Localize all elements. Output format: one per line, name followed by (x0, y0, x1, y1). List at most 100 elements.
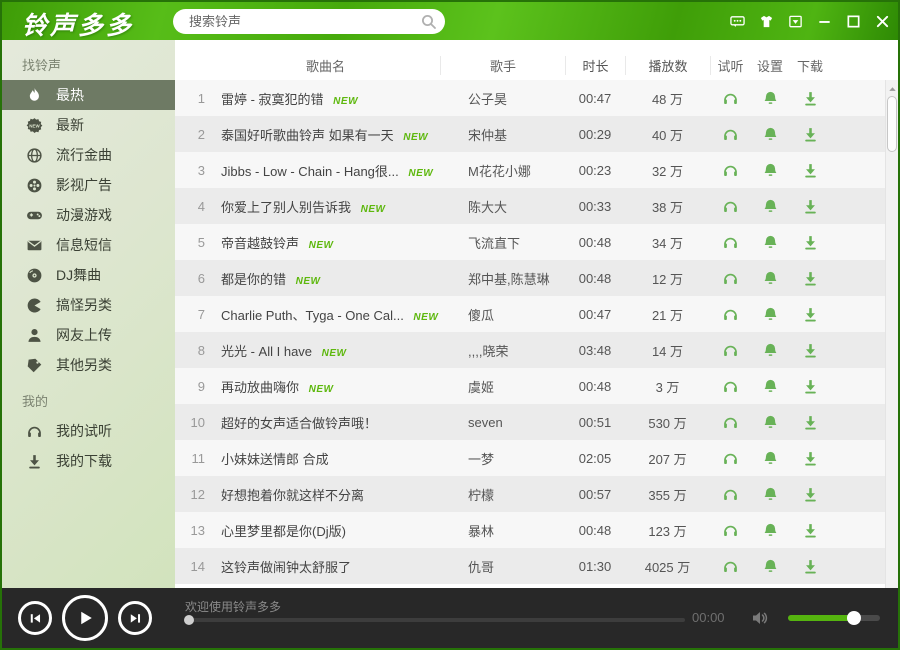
column-header-plays[interactable]: 播放数 (625, 56, 710, 75)
sidebar-item-headphone[interactable]: 我的试听 (2, 416, 175, 446)
set-ringtone-button[interactable] (750, 305, 790, 322)
sidebar-item-game[interactable]: 动漫游戏 (2, 200, 175, 230)
speaker-icon[interactable] (750, 608, 770, 628)
column-header-song[interactable]: 歌曲名 (211, 56, 440, 75)
listen-button[interactable] (710, 521, 750, 538)
set-ringtone-button[interactable] (750, 125, 790, 142)
menu-dropdown-icon[interactable] (787, 13, 803, 29)
sidebar-item-dj[interactable]: DJ舞曲 (2, 260, 175, 290)
download-button[interactable] (790, 521, 830, 538)
listen-button[interactable] (710, 377, 750, 394)
set-ringtone-button[interactable] (750, 341, 790, 358)
progress-bar[interactable] (185, 618, 685, 622)
sidebar-item-tag[interactable]: 其他另类 (2, 350, 175, 380)
sidebar-item-upload-user[interactable]: 网友上传 (2, 320, 175, 350)
progress-knob[interactable] (184, 615, 194, 625)
download-button[interactable] (790, 197, 830, 214)
column-header-artist[interactable]: 歌手 (440, 56, 565, 75)
download-button[interactable] (790, 89, 830, 106)
column-header-duration[interactable]: 时长 (565, 56, 625, 75)
listen-button[interactable] (710, 305, 750, 322)
next-track-button[interactable] (118, 601, 152, 635)
vertical-scrollbar[interactable] (885, 80, 898, 588)
listen-button[interactable] (710, 233, 750, 250)
play-button[interactable] (62, 595, 108, 641)
listen-button[interactable] (710, 269, 750, 286)
table-row[interactable]: 14这铃声做闹钟太舒服了仇哥01:304025 万 (175, 548, 898, 584)
table-row[interactable]: 12好想抱着你就这样不分离柠檬00:57355 万 (175, 476, 898, 512)
search-icon[interactable] (421, 14, 437, 30)
listen-button[interactable] (710, 197, 750, 214)
feedback-icon[interactable] (729, 13, 745, 29)
minimize-icon[interactable] (816, 13, 832, 29)
set-ringtone-button[interactable] (750, 161, 790, 178)
download-button[interactable] (790, 485, 830, 502)
sidebar-item-pop[interactable]: 流行金曲 (2, 140, 175, 170)
bell-icon (762, 197, 779, 212)
maximize-icon[interactable] (845, 13, 861, 29)
download-button[interactable] (790, 125, 830, 142)
download-button[interactable] (790, 269, 830, 286)
table-row[interactable]: 13心里梦里都是你(Dj版)暴林00:48123 万 (175, 512, 898, 548)
set-ringtone-button[interactable] (750, 413, 790, 430)
set-ringtone-button[interactable] (750, 233, 790, 250)
listen-button[interactable] (710, 125, 750, 142)
song-title: 小妹妹送情郎 合成 (211, 449, 440, 468)
scrollbar-thumb[interactable] (887, 96, 897, 152)
sidebar-item-sms[interactable]: 信息短信 (2, 230, 175, 260)
sidebar-item-funny[interactable]: 搞怪另类 (2, 290, 175, 320)
table-row[interactable]: 10超好的女声适合做铃声哦！seven00:51530 万 (175, 404, 898, 440)
download-button[interactable] (790, 377, 830, 394)
skin-icon[interactable] (758, 13, 774, 29)
download-button[interactable] (790, 557, 830, 574)
close-icon[interactable] (874, 13, 890, 29)
set-ringtone-button[interactable] (750, 269, 790, 286)
duration: 00:23 (565, 163, 625, 178)
set-ringtone-button[interactable] (750, 557, 790, 574)
set-ringtone-button[interactable] (750, 377, 790, 394)
previous-track-button[interactable] (18, 601, 52, 635)
set-ringtone-button[interactable] (750, 449, 790, 466)
table-row[interactable]: 5帝音越鼓铃声 NEW飞流直下00:4834 万 (175, 224, 898, 260)
listen-button[interactable] (710, 557, 750, 574)
table-row[interactable]: 4你爱上了别人别告诉我 NEW陈大大00:3338 万 (175, 188, 898, 224)
scrollbar-up-icon[interactable] (887, 82, 898, 94)
duration: 00:48 (565, 235, 625, 250)
table-row[interactable]: 1雷婷 - 寂寞犯的错 NEW公子昊00:4748 万 (175, 80, 898, 116)
listen-button[interactable] (710, 413, 750, 430)
set-ringtone-button[interactable] (750, 485, 790, 502)
set-ringtone-button[interactable] (750, 89, 790, 106)
column-header-download: 下载 (790, 56, 830, 75)
sidebar-item-hot[interactable]: 最热 (2, 80, 175, 110)
download-button[interactable] (790, 233, 830, 250)
download-button[interactable] (790, 341, 830, 358)
table-row[interactable]: 6都是你的错 NEW郑中基,陈慧琳00:4812 万 (175, 260, 898, 296)
search-input[interactable] (187, 13, 421, 30)
bell-icon (762, 125, 779, 140)
search-box[interactable] (173, 9, 445, 34)
table-row[interactable]: 7Charlie Puth、Tyga - One Cal... NEW傻瓜00:… (175, 296, 898, 332)
table-row[interactable]: 8光光 - All I have NEW,,,,晓荣03:4814 万 (175, 332, 898, 368)
listen-button[interactable] (710, 89, 750, 106)
set-ringtone-button[interactable] (750, 521, 790, 538)
download-button[interactable] (790, 413, 830, 430)
sidebar-item-movie[interactable]: 影视广告 (2, 170, 175, 200)
song-title: Jibbs - Low - Chain - Hang很... NEW (211, 161, 440, 180)
table-row[interactable]: 9再动放曲嗨你 NEW虞姬00:483 万 (175, 368, 898, 404)
sidebar-item-download[interactable]: 我的下载 (2, 446, 175, 476)
listen-button[interactable] (710, 161, 750, 178)
listen-button[interactable] (710, 449, 750, 466)
download-button[interactable] (790, 449, 830, 466)
sidebar-item-newest[interactable]: NEW最新 (2, 110, 175, 140)
table-row[interactable]: 3Jibbs - Low - Chain - Hang很... NEWM花花小娜… (175, 152, 898, 188)
set-ringtone-button[interactable] (750, 197, 790, 214)
volume-knob[interactable] (847, 611, 861, 625)
listen-button[interactable] (710, 341, 750, 358)
table-row[interactable]: 11小妹妹送情郎 合成一梦02:05207 万 (175, 440, 898, 476)
download-button[interactable] (790, 161, 830, 178)
listen-button[interactable] (710, 485, 750, 502)
table-row[interactable]: 2泰国好听歌曲铃声 如果有一天 NEW宋仲基00:2940 万 (175, 116, 898, 152)
volume-slider[interactable] (788, 615, 880, 621)
download-button[interactable] (790, 305, 830, 322)
play-count: 34 万 (625, 233, 710, 252)
